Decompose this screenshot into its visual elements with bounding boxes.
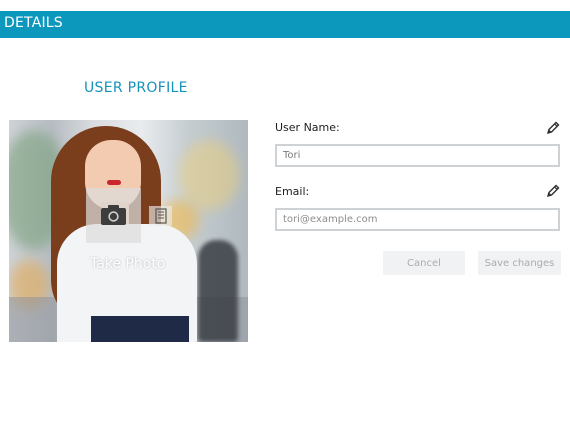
- choose-file-button[interactable]: [149, 206, 172, 226]
- file-icon: [155, 208, 167, 224]
- username-input[interactable]: [275, 144, 560, 167]
- email-label: Email:: [275, 185, 310, 198]
- camera-icon: [101, 205, 126, 225]
- profile-photo: Take Photo: [9, 120, 248, 342]
- page-title: DETAILS: [4, 15, 63, 31]
- header-bar: DETAILS: [0, 11, 570, 38]
- cancel-button[interactable]: Cancel: [383, 251, 465, 275]
- pencil-icon[interactable]: [546, 120, 560, 135]
- take-photo-button[interactable]: [86, 188, 141, 243]
- save-changes-button[interactable]: Save changes: [478, 251, 561, 275]
- username-label: User Name:: [275, 121, 340, 134]
- pencil-icon[interactable]: [546, 183, 560, 198]
- email-input[interactable]: [275, 208, 560, 231]
- section-title: USER PROFILE: [84, 80, 188, 96]
- take-photo-label: Take Photo: [90, 256, 166, 272]
